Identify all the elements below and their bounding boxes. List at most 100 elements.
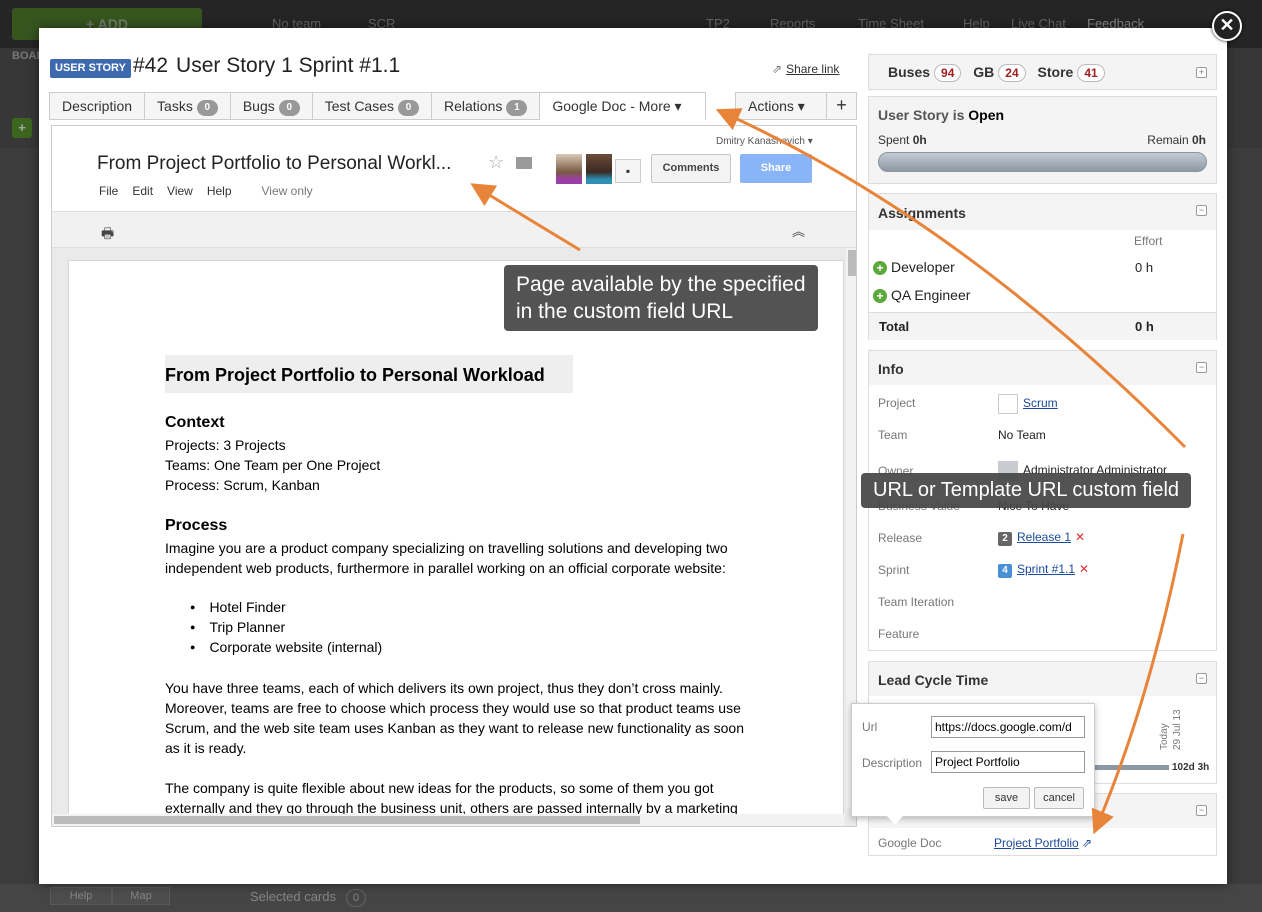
tab-count: 0 [278,100,300,116]
remove-icon[interactable]: ✕ [1075,530,1085,544]
list-item: Trip Planner [190,617,382,637]
team-value[interactable]: No Team [998,428,1046,442]
role-effort[interactable]: 0 h [1135,260,1153,275]
paragraph-line: You have three teams, each of which deli… [165,680,723,696]
actions-dropdown[interactable]: Actions ▾ [735,92,827,120]
callout-url-field: URL or Template URL custom field [861,473,1192,508]
context-line: Projects: 3 Projects [165,437,286,453]
entity-id: #42 [133,54,169,77]
avatar [586,154,612,184]
doc-user-menu[interactable]: Dmitry Kanashevich ▾ [716,136,813,147]
assignments-box: Assignments − Effort + Developer 0 h + QA … [868,193,1217,340]
entity-type-badge: USER STORY [50,59,131,78]
remain-label: Remain 0h [1147,133,1206,147]
product-list: Hotel Finder Trip Planner Corporate webs… [190,597,382,657]
tab-bugs[interactable]: Bugs 0 [230,92,313,120]
counter-value: 41 [1077,64,1105,82]
role-row: + QA Engineer [873,287,970,303]
menu-view[interactable]: View [167,184,193,198]
vertical-scroll-thumb[interactable] [848,250,856,276]
doc-menu-bar: File Edit View Help View only [99,184,313,198]
close-button[interactable]: ✕ [1212,11,1242,41]
view-only-label: View only [261,184,313,198]
horizontal-scroll-thumb[interactable] [54,816,640,824]
collapse-icon[interactable]: − [1196,362,1207,373]
counters-box: Buses 94 GB 24 Store 41 + [868,54,1217,90]
chat-icon[interactable]: ▪ [615,159,641,183]
tab-test-cases[interactable]: Test Cases 0 [312,92,432,120]
tab-label: Description [62,98,133,114]
google-doc-frame: From Project Portfolio to Personal Workl… [51,125,857,827]
counter-value: 24 [998,64,1026,82]
add-user-icon[interactable]: + [873,261,887,275]
comments-button[interactable]: Comments [651,154,731,183]
print-icon[interactable]: 🖶 [101,223,114,247]
counter-label[interactable]: Store [1038,64,1074,80]
today-label: Today [1159,723,1170,750]
share-button[interactable]: Share [740,154,812,183]
counter-label[interactable]: GB [973,64,994,80]
remove-icon[interactable]: ✕ [1079,562,1089,576]
assignments-title: Assignments [878,205,966,221]
process-line: independent web products, furthermore in… [165,560,726,576]
lead-cycle-title: Lead Cycle Time [878,672,989,688]
tab-description[interactable]: Description [49,92,146,120]
entity-title[interactable]: #42 User Story 1 Sprint #1.1 [133,54,400,78]
menu-edit[interactable]: Edit [132,184,153,198]
tab-label: Bugs [242,98,275,114]
google-doc-label: Google Doc [878,836,942,850]
collapse-icon[interactable]: ︽ [792,221,805,240]
spent-label: Spent 0h [878,133,927,147]
paragraph-line: Moreover, teams are free to choose which… [165,700,741,716]
star-icon[interactable]: ☆ [488,152,504,173]
project-value[interactable]: Scrum [998,394,1058,414]
sprint-value[interactable]: 4 Sprint #1.1 ✕ [998,562,1089,578]
cancel-button[interactable]: cancel [1034,787,1084,809]
counter-value: 94 [934,64,962,82]
close-icon: ✕ [1219,15,1235,35]
sprint-label: Sprint [878,563,910,577]
collapse-icon[interactable]: − [1196,673,1207,684]
counters: Buses 94 GB 24 Store 41 [888,64,1105,82]
context-line: Process: Scrum, Kanban [165,477,320,493]
tab-tasks[interactable]: Tasks 0 [145,92,231,120]
collapse-icon[interactable]: − [1196,805,1207,816]
share-link[interactable]: ⇗ Share link [772,62,839,76]
context-line: Teams: One Team per One Project [165,457,381,473]
tab-label: Relations [444,98,503,114]
tab-bar: Description Tasks 0 Bugs 0 Test Cases 0 Rel… [49,92,707,120]
add-user-icon[interactable]: + [873,289,887,303]
counter-label[interactable]: Buses [888,64,930,80]
process-line: Imagine you are a product company specia… [165,540,728,556]
save-button[interactable]: save [983,787,1030,809]
tab-google-doc[interactable]: Google Doc - More ▾ [540,92,707,120]
state-prefix: User Story is [878,107,965,123]
description-label: Description [862,756,923,770]
release-label: Release [878,531,923,545]
tab-label: Test Cases [324,98,394,114]
menu-file[interactable]: File [99,184,118,198]
release-value[interactable]: 2 Release 1 ✕ [998,530,1085,546]
url-label: Url [862,720,878,734]
callout-page-available: Page available by the specified in the c… [504,265,818,331]
entity-name[interactable]: User Story 1 Sprint #1.1 [176,54,400,77]
collapse-icon[interactable]: − [1196,205,1207,216]
url-input[interactable] [931,716,1085,738]
tab-count: 0 [398,100,419,116]
google-doc-link[interactable]: Project Portfolio ⇗ [994,836,1092,850]
description-input[interactable] [931,751,1085,773]
time-progress-bar [878,152,1207,172]
project-icon [998,394,1018,414]
paragraph-line: as it is ready. [165,740,247,756]
paragraph-line: The company is quite flexible about new … [165,780,714,796]
expand-icon[interactable]: + [1196,67,1207,78]
add-tab-button[interactable]: + [827,92,857,120]
folder-icon[interactable] [516,157,532,169]
tab-label: Tasks [157,98,193,114]
total-label: Total [879,319,910,334]
state-value[interactable]: Open [968,107,1004,123]
tab-relations[interactable]: Relations 1 [432,92,541,120]
doc-title: From Project Portfolio to Personal Workl… [97,153,452,174]
menu-help[interactable]: Help [207,184,232,198]
role-row: + Developer [873,259,955,275]
